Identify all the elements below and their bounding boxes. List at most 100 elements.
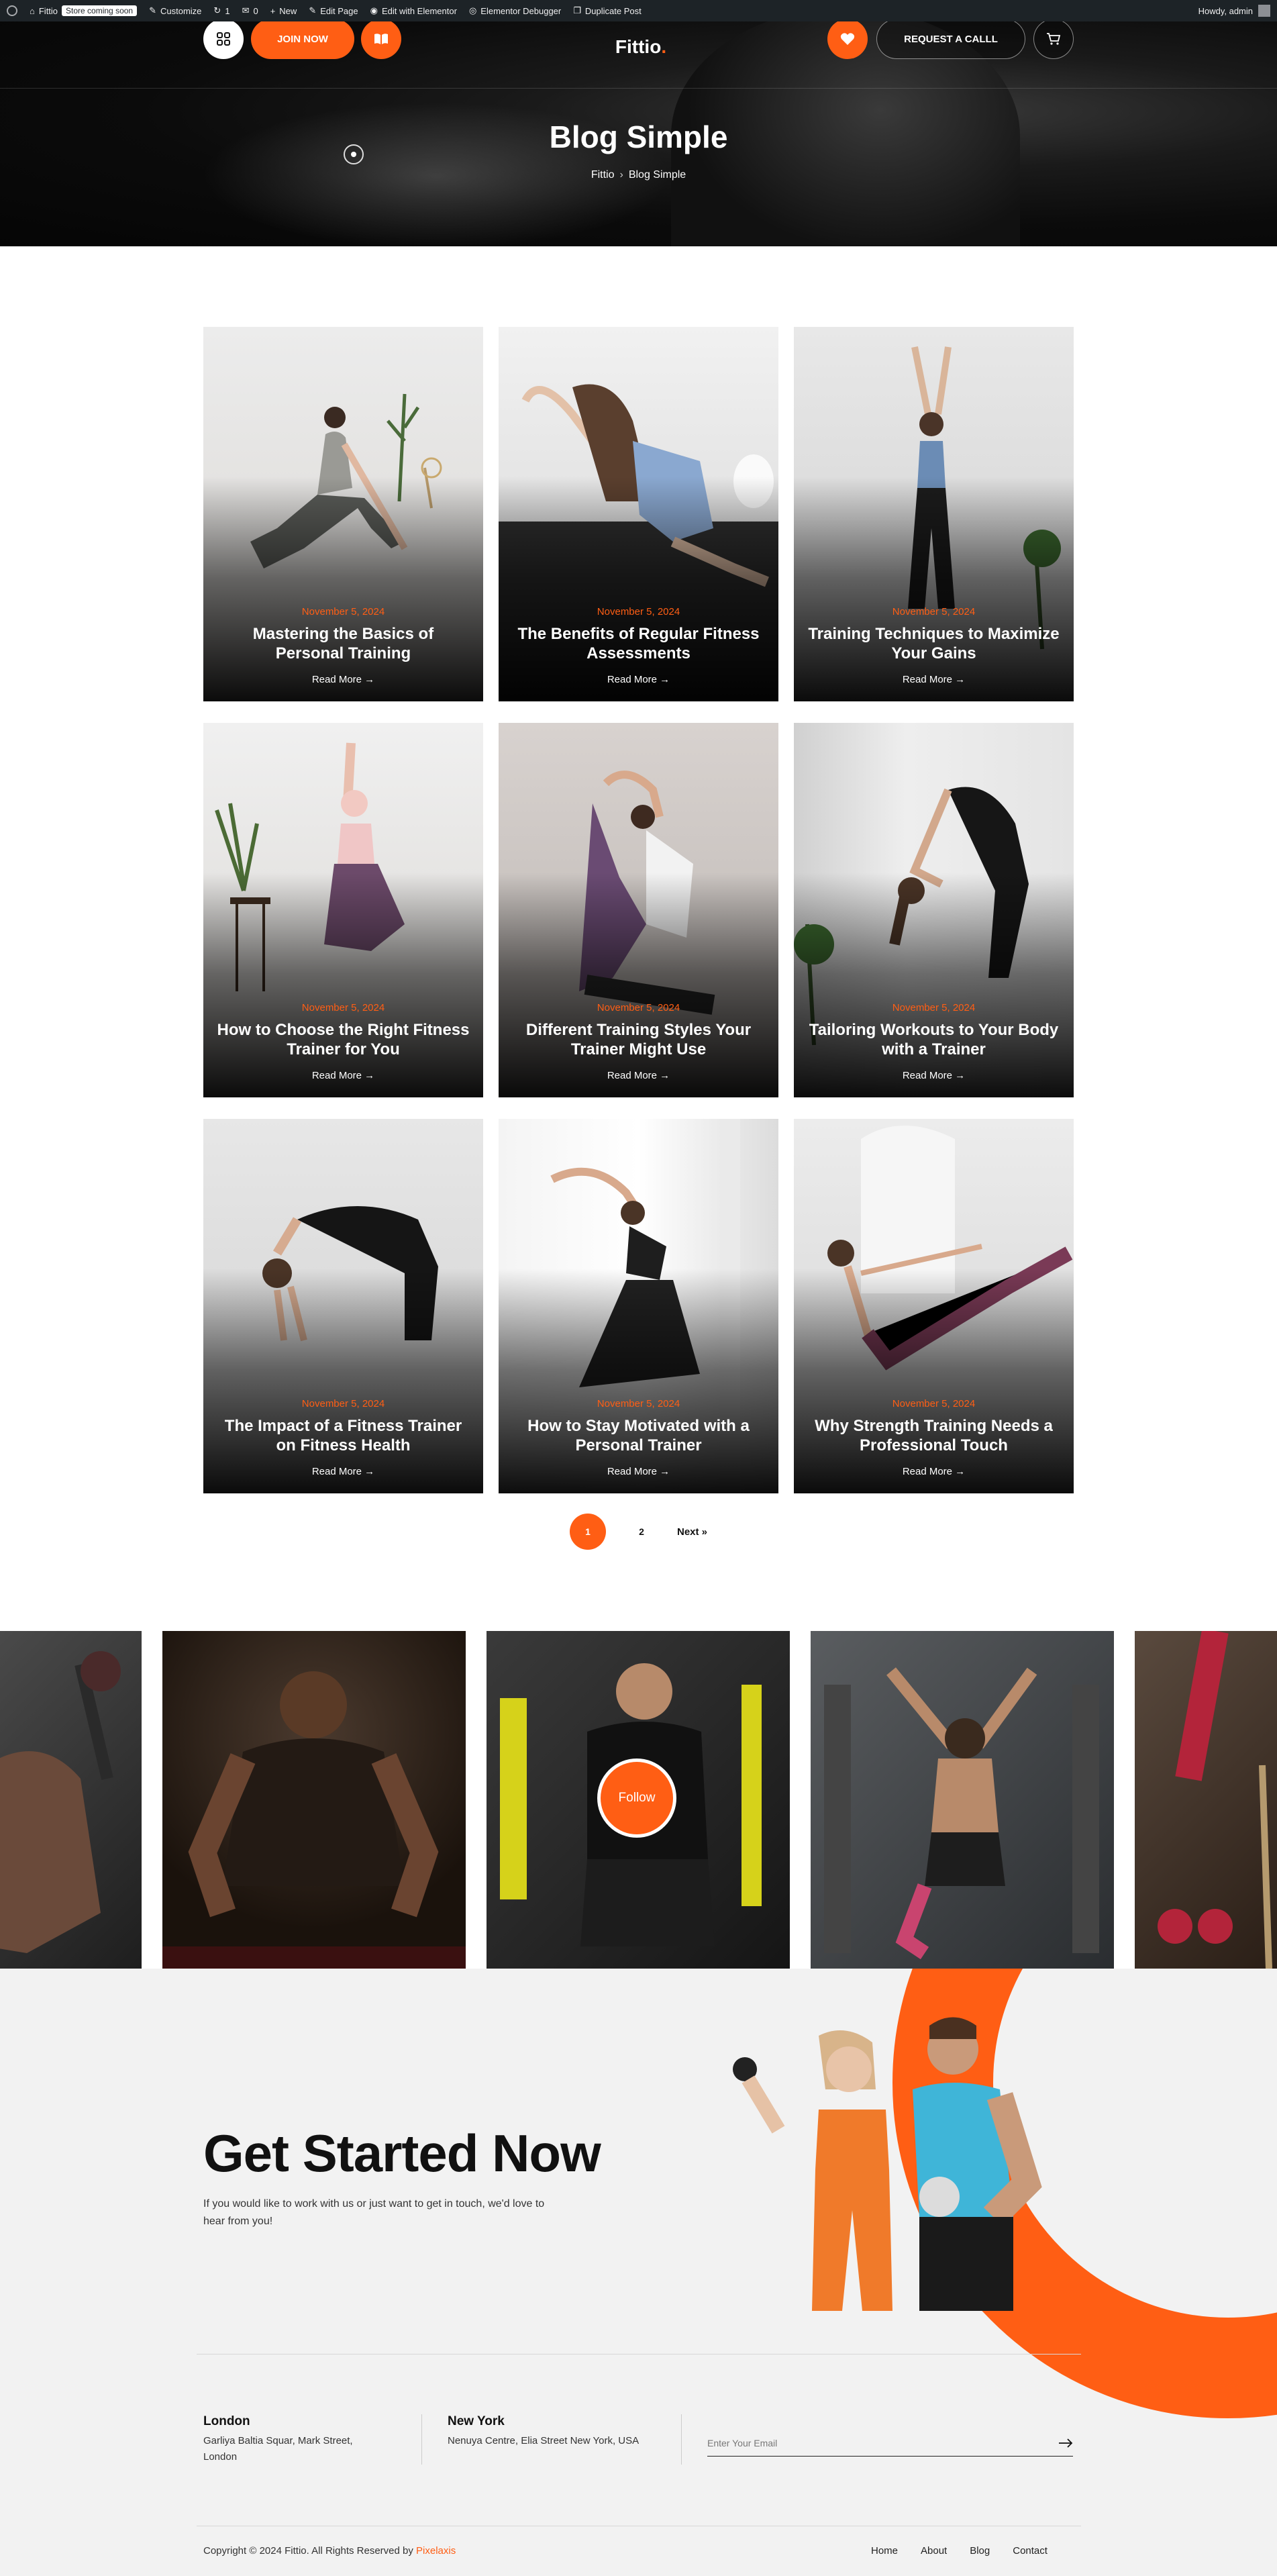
post-card[interactable]: November 5, 2024 Tailoring Workouts to Y…	[794, 723, 1074, 1097]
read-more-link[interactable]: Read More →	[512, 674, 765, 685]
page-2-link[interactable]: 2	[623, 1514, 660, 1550]
cart-icon	[1047, 33, 1061, 45]
post-date: November 5, 2024	[597, 1002, 680, 1013]
post-card[interactable]: November 5, 2024 The Benefits of Regular…	[499, 327, 778, 701]
gallery-image[interactable]	[1135, 1631, 1277, 1969]
post-card[interactable]: November 5, 2024 Different Training Styl…	[499, 723, 778, 1097]
page-title: Blog Simple	[549, 119, 728, 154]
office-city: New York	[448, 2414, 505, 2428]
wp-admin-bar: ⌂ Fittio Store coming soon ✎ Customize ↻ 1…	[0, 0, 1277, 21]
post-title[interactable]: Training Techniques to Maximize Your Gai…	[807, 624, 1060, 663]
post-card[interactable]: November 5, 2024 How to Choose the Right…	[203, 723, 483, 1097]
gallery-image[interactable]	[162, 1631, 466, 1969]
page-hero: JOIN NOW Fittio. REQUEST A CALLL Blog Si…	[0, 21, 1277, 246]
read-more-link[interactable]: Read More →	[217, 1070, 470, 1081]
grid-icon	[217, 32, 230, 46]
read-more-link[interactable]: Read More →	[807, 674, 1060, 685]
admin-edit-page[interactable]: ✎ Edit Page	[309, 5, 358, 16]
admin-elementor-debugger[interactable]: ◎ Elementor Debugger	[469, 5, 561, 16]
breadcrumb-home-link[interactable]: Fittio	[591, 169, 615, 181]
instagram-follow-button[interactable]: Follow	[597, 1758, 676, 1838]
home-icon: ⌂	[30, 5, 35, 16]
post-title[interactable]: Different Training Styles Your Trainer M…	[512, 1020, 765, 1059]
plus-icon: +	[270, 5, 276, 16]
footer-nav-home[interactable]: Home	[871, 2545, 898, 2557]
request-call-button[interactable]: REQUEST A CALLL	[876, 21, 1025, 59]
blog-post-grid: November 5, 2024 Mastering the Basics of…	[203, 327, 1074, 1493]
footer-divider	[197, 2354, 1081, 2355]
email-input[interactable]: Enter Your Email	[707, 2438, 777, 2448]
read-more-link[interactable]: Read More →	[807, 1070, 1060, 1081]
admin-new[interactable]: + New	[270, 6, 297, 16]
footer-nav: Home About Blog Contact	[871, 2545, 1048, 2557]
post-title[interactable]: The Impact of a Fitness Trainer on Fitne…	[217, 1416, 470, 1455]
admin-customize[interactable]: ✎ Customize	[149, 5, 201, 16]
post-card[interactable]: November 5, 2024 Mastering the Basics of…	[203, 327, 483, 701]
post-date: November 5, 2024	[301, 1002, 385, 1013]
read-more-link[interactable]: Read More →	[512, 1070, 765, 1081]
admin-updates[interactable]: ↻ 1	[213, 5, 229, 16]
avatar	[1258, 5, 1270, 17]
office-new-york: New York Nenuya Centre, Elia Street New …	[448, 2414, 642, 2449]
post-card[interactable]: November 5, 2024 The Impact of a Fitness…	[203, 1119, 483, 1493]
comment-icon: ✉	[242, 5, 250, 15]
post-title[interactable]: How to Choose the Right Fitness Trainer …	[217, 1020, 470, 1059]
cart-button[interactable]	[1033, 21, 1074, 59]
read-more-link[interactable]: Read More →	[807, 1466, 1060, 1477]
copy-icon: ❐	[573, 5, 581, 15]
page-1-button[interactable]: 1	[569, 1514, 606, 1550]
wishlist-button[interactable]	[827, 21, 868, 59]
admin-comments[interactable]: ✉ 0	[242, 5, 258, 16]
heart-icon	[840, 33, 855, 45]
post-date: November 5, 2024	[892, 606, 976, 617]
breadcrumb: Fittio › Blog Simple	[0, 169, 1277, 181]
arrow-right-icon[interactable]	[1058, 2438, 1073, 2448]
post-title[interactable]: How to Stay Motivated with a Personal Tr…	[512, 1416, 765, 1455]
footer-nav-contact[interactable]: Contact	[1013, 2545, 1048, 2557]
book-button[interactable]	[361, 21, 401, 59]
footer-nav-blog[interactable]: Blog	[970, 2545, 990, 2557]
read-more-link[interactable]: Read More →	[217, 1466, 470, 1477]
cta-description: If you would like to work with us or jus…	[203, 2198, 545, 2227]
post-title[interactable]: Tailoring Workouts to Your Body with a T…	[807, 1020, 1060, 1059]
post-title[interactable]: Mastering the Basics of Personal Trainin…	[217, 624, 470, 663]
post-card[interactable]: November 5, 2024 How to Stay Motivated w…	[499, 1119, 778, 1493]
post-title[interactable]: Why Strength Training Needs a Profession…	[807, 1416, 1060, 1455]
copyright: Copyright © 2024 Fittio. All Rights Rese…	[203, 2545, 456, 2557]
gallery-image[interactable]	[0, 1631, 142, 1969]
menu-grid-button[interactable]	[203, 21, 244, 59]
office-address: Garliya Baltia Squar, Mark Street, Londo…	[203, 2435, 353, 2463]
post-date: November 5, 2024	[892, 1398, 976, 1409]
newsletter-form: Enter Your Email	[707, 2430, 1073, 2457]
footer-nav-about[interactable]: About	[921, 2545, 947, 2557]
admin-edit-elementor[interactable]: ◉ Edit with Elementor	[370, 5, 457, 16]
pencil-icon: ✎	[309, 5, 317, 15]
read-more-link[interactable]: Read More →	[512, 1466, 765, 1477]
office-city: London	[203, 2414, 250, 2428]
site-header: JOIN NOW Fittio. REQUEST A CALLL	[0, 21, 1277, 89]
site-logo[interactable]: Fittio.	[607, 36, 674, 58]
post-date: November 5, 2024	[892, 1002, 976, 1013]
store-status-badge: Store coming soon	[62, 5, 138, 16]
post-card[interactable]: November 5, 2024 Training Techniques to …	[794, 327, 1074, 701]
admin-duplicate-post[interactable]: ❐ Duplicate Post	[573, 5, 641, 16]
post-date: November 5, 2024	[301, 606, 385, 617]
debug-icon: ◎	[468, 5, 477, 15]
gallery-image[interactable]	[811, 1631, 1114, 1969]
book-icon	[374, 34, 388, 44]
post-date: November 5, 2024	[597, 1398, 680, 1409]
wordpress-logo-icon[interactable]	[7, 5, 17, 16]
chevron-right-icon: ›	[619, 169, 623, 181]
author-link[interactable]: Pixelaxis	[416, 2545, 456, 2557]
admin-account[interactable]: Howdy, admin	[1198, 5, 1270, 17]
cta-heading: Get Started Now	[203, 2124, 601, 2183]
breadcrumb-current: Blog Simple	[628, 169, 686, 181]
join-now-button[interactable]: JOIN NOW	[251, 21, 354, 59]
column-divider	[421, 2414, 422, 2465]
post-title[interactable]: The Benefits of Regular Fitness Assessme…	[512, 624, 765, 663]
next-page-link[interactable]: Next »	[677, 1526, 707, 1538]
office-london: London Garliya Baltia Squar, Mark Street…	[203, 2414, 378, 2465]
admin-site-name[interactable]: ⌂ Fittio Store coming soon	[30, 5, 138, 16]
read-more-link[interactable]: Read More →	[217, 674, 470, 685]
post-card[interactable]: November 5, 2024 Why Strength Training N…	[794, 1119, 1074, 1493]
